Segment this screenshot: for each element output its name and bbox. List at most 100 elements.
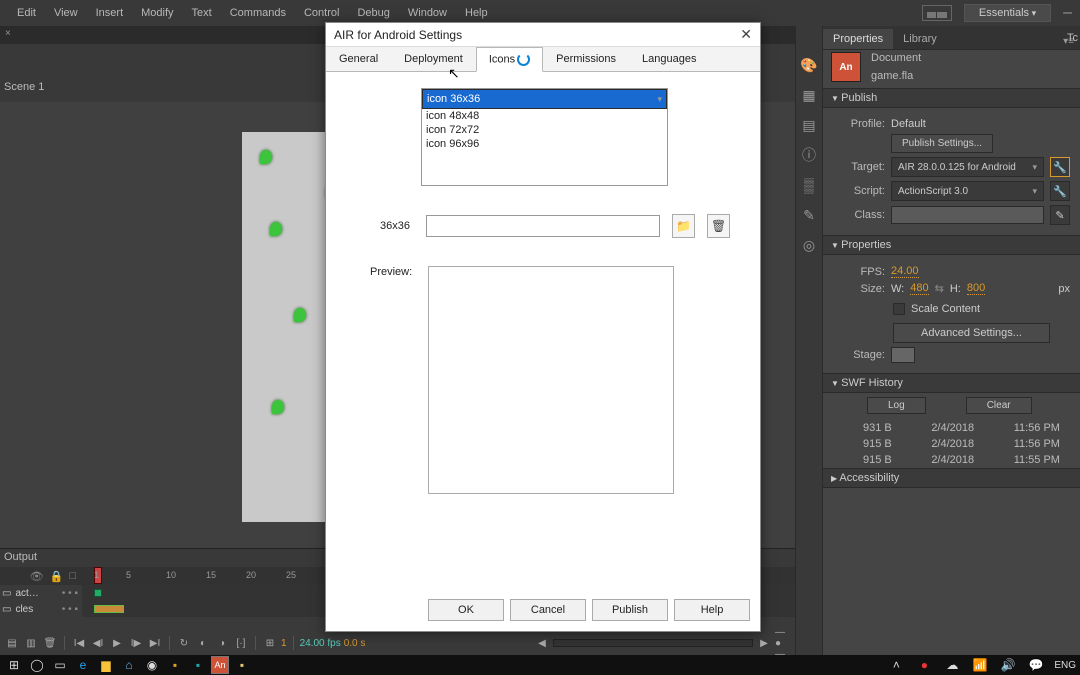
taskview-icon[interactable]: ▭ — [50, 655, 70, 675]
clear-button[interactable]: Clear — [966, 397, 1032, 414]
height-value[interactable]: 800 — [967, 282, 985, 295]
link-icon[interactable]: ⇆ — [935, 282, 944, 295]
tray-up-icon[interactable]: ˄ — [886, 655, 906, 675]
list-item[interactable]: icon 72x72 — [422, 123, 667, 137]
new-folder-icon[interactable]: ▥ — [23, 635, 39, 651]
first-frame-icon[interactable]: I◀ — [71, 635, 87, 651]
language-indicator[interactable]: ENG — [1054, 660, 1076, 671]
help-button[interactable]: Help — [674, 599, 750, 621]
next-frame-icon[interactable]: I▶ — [128, 635, 144, 651]
tab-languages[interactable]: Languages — [629, 47, 709, 71]
menu-edit[interactable]: Edit — [8, 3, 45, 23]
info-icon[interactable]: ⓘ — [800, 146, 818, 164]
publish-button[interactable]: Publish — [592, 599, 668, 621]
menu-modify[interactable]: Modify — [132, 3, 182, 23]
onion-out-icon[interactable]: ◑ — [214, 635, 230, 651]
sprite[interactable] — [260, 150, 272, 164]
onion-icon[interactable]: ◐ — [195, 635, 211, 651]
stage-color-swatch[interactable] — [891, 347, 915, 363]
list-item[interactable]: icon 36x36 — [422, 89, 667, 109]
wifi-icon[interactable]: 📶 — [970, 655, 990, 675]
list-item[interactable]: icon 48x48 — [422, 109, 667, 123]
tab-properties[interactable]: Properties — [823, 29, 893, 49]
sprite[interactable] — [270, 222, 282, 236]
publish-settings-button[interactable]: Publish Settings... — [891, 134, 993, 153]
onedrive-icon[interactable]: ☁ — [942, 655, 962, 675]
trash-icon[interactable]: 🗑 — [42, 635, 58, 651]
notepad-icon[interactable]: ▪ — [232, 655, 252, 675]
menu-view[interactable]: View — [45, 3, 87, 23]
animate-icon[interactable]: An — [211, 656, 229, 674]
eye-icon[interactable]: 👁 — [30, 570, 44, 583]
file-explorer-icon[interactable]: ▆ — [96, 655, 116, 675]
target-select[interactable]: AIR 28.0.0.125 for Android — [891, 157, 1044, 177]
search-icon[interactable]: ◯ — [27, 655, 47, 675]
script-select[interactable]: ActionScript 3.0 — [891, 181, 1044, 201]
browse-icon[interactable]: 📁 — [672, 214, 695, 238]
menu-commands[interactable]: Commands — [221, 3, 295, 23]
volume-icon[interactable]: 🔊 — [998, 655, 1018, 675]
sprite[interactable] — [272, 400, 284, 414]
menu-help[interactable]: Help — [456, 3, 497, 23]
section-swf-history[interactable]: SWF History — [823, 373, 1080, 393]
workspace-selector[interactable]: Essentials — [964, 4, 1051, 22]
outline-icon[interactable]: □ — [69, 570, 76, 582]
brush-icon[interactable]: ✎ — [800, 206, 818, 224]
start-icon[interactable]: ⊞ — [4, 655, 24, 675]
fps-value[interactable]: 24.00 — [891, 265, 919, 278]
current-frame[interactable]: 1 — [281, 638, 287, 649]
zoom-slider-icon[interactable]: —●— — [775, 635, 791, 651]
tab-deployment[interactable]: Deployment — [391, 47, 476, 71]
menu-debug[interactable]: Debug — [348, 3, 398, 23]
advanced-settings-button[interactable]: Advanced Settings... — [893, 323, 1050, 343]
loop-icon[interactable]: ↻ — [176, 635, 192, 651]
scale-content-checkbox[interactable] — [893, 303, 905, 315]
menu-window[interactable]: Window — [399, 3, 456, 23]
tab-general[interactable]: General — [326, 47, 391, 71]
edge-icon[interactable]: e — [73, 655, 93, 675]
output-tab[interactable]: Output — [4, 551, 37, 563]
center-frame-icon[interactable]: ⊞ — [262, 635, 278, 651]
scroll-right-icon[interactable]: ▶ — [756, 635, 772, 651]
transform-icon[interactable]: ▒ — [800, 176, 818, 194]
hscroll[interactable] — [553, 639, 753, 647]
cc-icon[interactable]: ◎ — [800, 236, 818, 254]
sprite[interactable] — [294, 308, 306, 322]
close-icon[interactable]: × — [5, 28, 11, 39]
align-icon[interactable]: ▤ — [800, 116, 818, 134]
menu-control[interactable]: Control — [295, 3, 348, 23]
section-properties[interactable]: Properties — [823, 235, 1080, 255]
palette-icon[interactable]: 🎨 — [800, 56, 818, 74]
window-mdi-icon[interactable] — [922, 5, 952, 21]
tab-library[interactable]: Library — [893, 29, 947, 49]
record-icon[interactable]: ● — [914, 655, 934, 675]
menu-insert[interactable]: Insert — [87, 3, 133, 23]
list-item[interactable]: icon 96x96 — [422, 137, 667, 151]
play-icon[interactable]: ▶ — [109, 635, 125, 651]
tab-icons[interactable]: Icons — [476, 47, 543, 72]
close-icon[interactable]: ✕ — [740, 26, 752, 43]
last-frame-icon[interactable]: ▶I — [147, 635, 163, 651]
section-publish[interactable]: Publish — [823, 88, 1080, 108]
scroll-left-icon[interactable]: ◀ — [534, 635, 550, 651]
pencil-icon[interactable]: ✎ — [1050, 205, 1070, 225]
tab-permissions[interactable]: Permissions — [543, 47, 629, 71]
new-layer-icon[interactable]: ▤ — [4, 635, 20, 651]
menu-text[interactable]: Text — [183, 3, 221, 23]
minimize-icon[interactable]: – — [1063, 4, 1072, 22]
notifications-icon[interactable]: 💬 — [1026, 655, 1046, 675]
store-icon[interactable]: ⌂ — [119, 655, 139, 675]
log-button[interactable]: Log — [867, 397, 926, 414]
marker-icon[interactable]: [·] — [233, 635, 249, 651]
swatches-icon[interactable]: ▦ — [800, 86, 818, 104]
trash-icon[interactable]: 🗑 — [707, 214, 730, 238]
width-value[interactable]: 480 — [910, 282, 928, 295]
webstorm-icon[interactable]: ▪ — [188, 655, 208, 675]
icon-size-listbox[interactable]: icon 36x36 icon 48x48 icon 72x72 icon 96… — [421, 88, 668, 186]
prev-frame-icon[interactable]: ◀I — [90, 635, 106, 651]
chrome-icon[interactable]: ◉ — [142, 655, 162, 675]
cancel-button[interactable]: Cancel — [510, 599, 586, 621]
ok-button[interactable]: OK — [428, 599, 504, 621]
sublime-icon[interactable]: ▪ — [165, 655, 185, 675]
section-accessibility[interactable]: Accessibility — [823, 468, 1080, 488]
